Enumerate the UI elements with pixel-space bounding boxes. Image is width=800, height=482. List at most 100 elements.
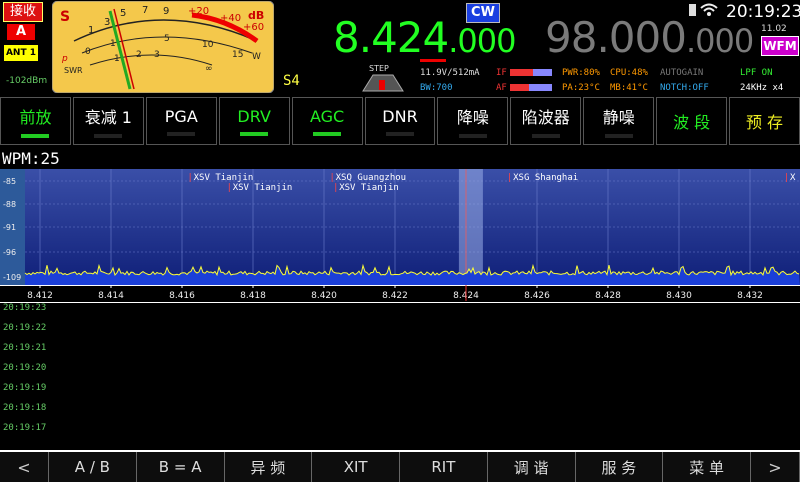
battery-icon	[689, 4, 696, 16]
s-tick: 1	[88, 25, 94, 36]
station-marker: |	[189, 173, 192, 183]
span-readout[interactable]: 24KHz x4	[740, 83, 783, 93]
station-marker: |	[508, 173, 511, 183]
swr-tick: 3	[154, 50, 160, 60]
function-button-1[interactable]: 衰减 1	[72, 97, 144, 145]
next-page-button[interactable]: >	[751, 452, 800, 482]
swr-tick: 2	[136, 50, 142, 60]
bottom-toolbar: < A / B B = A 异 频 XIT RIT 调 谐 服 务 菜 单 >	[0, 450, 800, 482]
meter-swr-label: SWR	[64, 66, 83, 75]
log-timestamp: 20:19:22	[3, 323, 47, 333]
rit-button[interactable]: RIT	[400, 452, 488, 482]
function-button-9[interactable]: 波 段	[656, 97, 728, 145]
antenna-button[interactable]: ANT 1	[4, 45, 38, 61]
function-button-indicator	[94, 134, 123, 138]
xit-button[interactable]: XIT	[312, 452, 400, 482]
cpu-readout: CPU:48%	[610, 68, 648, 78]
freq-tick-label: 8.418	[240, 291, 266, 301]
frequency-scale: 8.412 8.414 8.416 8.418 8.420 8.422 8.424 8.426…	[27, 285, 763, 301]
station-label: XSG Shanghai	[513, 173, 578, 183]
function-button-3[interactable]: DRV	[218, 97, 290, 145]
function-button-10[interactable]: 预 存	[729, 97, 800, 145]
meter-w-label: W	[252, 52, 261, 62]
meter-db-label: dB	[248, 9, 264, 22]
station-marker: |	[785, 173, 788, 183]
vfo-b-frequency[interactable]: 98.000.000	[545, 13, 754, 65]
freq-tick-label: 8.430	[666, 291, 692, 301]
step-indicator[interactable]: STEP	[355, 63, 410, 93]
function-button-8[interactable]: 静噪	[583, 97, 655, 145]
function-button-label: DRV	[237, 106, 271, 126]
svg-text:STEP: STEP	[369, 64, 389, 73]
db-tick-label: -109	[3, 273, 21, 282]
freq-tick-label: 8.416	[169, 291, 195, 301]
mb-temp-readout: MB:41°C	[610, 83, 648, 93]
prev-page-button[interactable]: <	[0, 452, 49, 482]
if-label: IF	[496, 68, 507, 78]
wifi-icon	[700, 3, 718, 16]
notch-indicator[interactable]: NOTCH:OFF	[660, 83, 709, 93]
s-tick: +40	[220, 13, 241, 24]
function-button-indicator	[385, 131, 414, 136]
freq-tick-label: 8.426	[524, 291, 550, 301]
s-tick: +20	[188, 6, 209, 17]
function-button-label: PGA	[164, 106, 198, 126]
bandwidth-readout[interactable]: BW:700	[420, 83, 453, 93]
function-button-label: 静噪	[602, 108, 635, 127]
voltage-current: 11.9V/512mA	[420, 68, 480, 78]
function-button-0[interactable]: 前放	[0, 97, 71, 145]
s-tick: +60	[243, 22, 264, 33]
station-label: XSV Tianjin	[233, 183, 293, 193]
vfo-b-freq-main: 98.000	[545, 13, 687, 62]
s-tick: 7	[142, 5, 148, 16]
ab-swap-button[interactable]: A / B	[49, 452, 137, 482]
pa-temp-readout: PA:23°C	[562, 83, 600, 93]
function-button-indicator	[458, 134, 487, 138]
db-tick-label: -96	[3, 248, 16, 257]
vfo-a-frequency[interactable]: 8.424.000	[333, 14, 517, 65]
s-tick: 5	[120, 8, 126, 19]
vfo-b-freq-small: .000	[685, 22, 754, 60]
function-button-label: 波 段	[673, 113, 711, 132]
service-button[interactable]: 服 务	[575, 452, 664, 482]
vfo-a-indicator[interactable]: A	[7, 24, 35, 40]
function-button-5[interactable]: DNR	[364, 97, 436, 145]
function-button-indicator	[531, 134, 560, 138]
function-button-7[interactable]: 陷波器	[510, 97, 582, 145]
log-timestamp: 20:19:18	[3, 403, 47, 413]
swr-tick: 1	[114, 54, 120, 64]
a-equals-b-button[interactable]: B = A	[136, 452, 225, 482]
vfo-a-freq-small: .000	[448, 22, 516, 60]
function-button-label: AGC	[309, 106, 345, 126]
function-button-label: 降噪	[456, 108, 489, 127]
af-gain-bar[interactable]	[510, 84, 552, 91]
p-tick: 0	[85, 47, 91, 57]
spectrum-display[interactable]: -85-88-91-96-109| XSV Tianjin| XSV Tianjin…	[0, 169, 800, 286]
s-tick: 9	[163, 6, 169, 17]
p-tick: 10	[202, 40, 214, 50]
freq-tick-label: 8.414	[98, 291, 124, 301]
freq-tick-label: 8.412	[27, 291, 53, 301]
station-label: XSQ Guangzhou	[336, 173, 406, 183]
function-button-6[interactable]: 降噪	[437, 97, 509, 145]
split-button[interactable]: 异 频	[224, 452, 313, 482]
tuning-step-cursor	[420, 59, 446, 62]
menu-button[interactable]: 菜 单	[663, 452, 751, 482]
clock: 20:19:23	[726, 2, 800, 22]
db-tick-label: -85	[3, 177, 16, 186]
power-readout: PWR:80%	[562, 68, 600, 78]
function-button-2[interactable]: PGA	[145, 97, 217, 145]
meter-p-label: p	[61, 54, 68, 64]
autogain-indicator[interactable]: AUTOGAIN	[660, 68, 703, 78]
p-tick: 5	[164, 34, 170, 44]
db-tick-label: -91	[3, 223, 16, 232]
signal-dbm-readout: -102dBm	[6, 76, 48, 86]
s-meter: S dB 1 3 5 7 9 +20 +40 +60 0 1 5 10 15 W…	[52, 1, 274, 93]
tune-button[interactable]: 调 谐	[487, 452, 576, 482]
wfm-mode-button[interactable]: WFM	[761, 36, 799, 56]
function-button-4[interactable]: AGC	[291, 97, 363, 145]
freq-tick-label: 8.432	[737, 291, 763, 301]
if-gain-bar[interactable]	[510, 69, 552, 76]
rx-indicator[interactable]: 接收	[3, 2, 43, 22]
p-tick: 1	[110, 39, 116, 49]
